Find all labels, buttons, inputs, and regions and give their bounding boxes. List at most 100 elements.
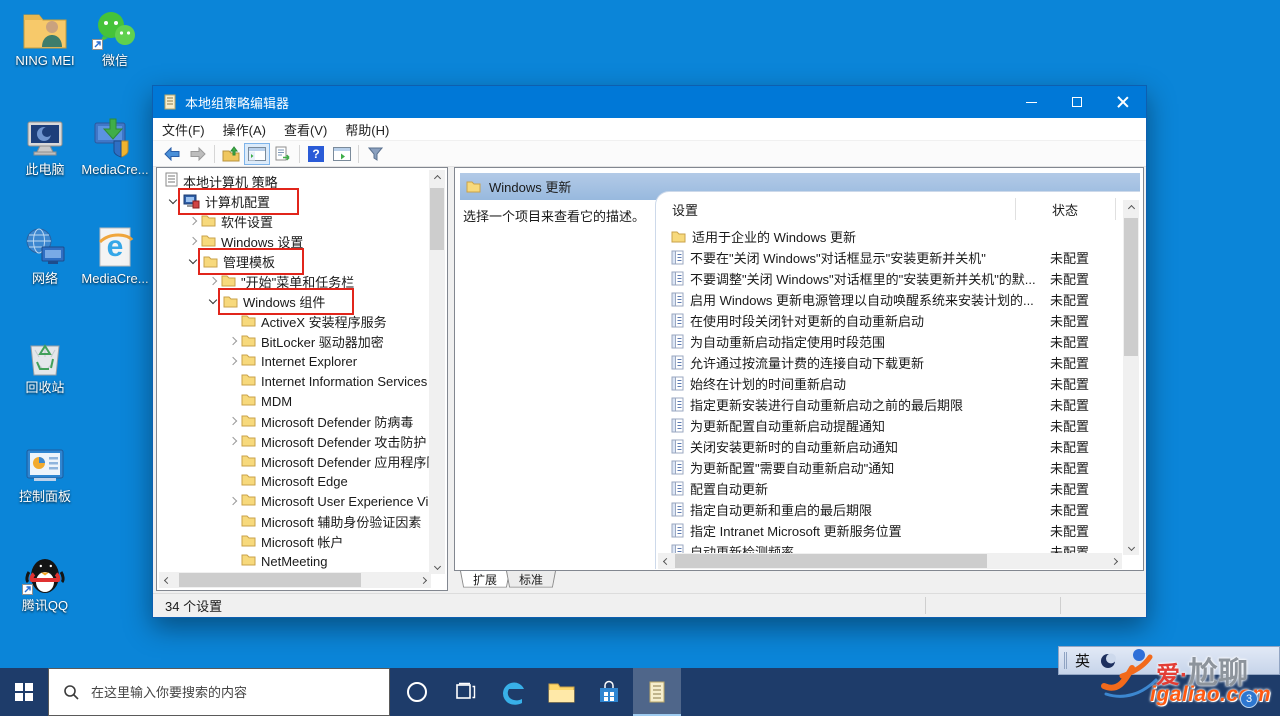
list-hscrollbar-thumb[interactable] — [675, 554, 987, 568]
tree-item[interactable]: "开始"菜单和任务栏 — [157, 271, 447, 291]
gpedit-taskbar-button[interactable] — [633, 668, 681, 716]
help-button[interactable]: ? — [303, 143, 329, 165]
tree-item[interactable]: Windows 设置 — [157, 231, 447, 251]
show-hide-action-pane-button[interactable] — [329, 143, 355, 165]
desktop-icon-media-creation-tool-2[interactable]: eMediaCre... — [80, 226, 150, 286]
chevron-down-icon[interactable] — [165, 200, 181, 203]
scroll-down-arrow[interactable] — [429, 558, 445, 574]
column-header-status[interactable]: 状态 — [1052, 200, 1078, 219]
column-separator[interactable] — [1115, 198, 1116, 220]
setting-row[interactable]: 指定更新安装进行自动重新启动之前的最后期限未配置 — [656, 394, 1108, 415]
close-button[interactable] — [1100, 86, 1146, 118]
desktop-icon-tencent-qq[interactable]: 腾讯QQ — [10, 553, 80, 613]
view-tab-standard[interactable]: 标准 — [506, 571, 556, 590]
cortana-button[interactable] — [393, 668, 441, 716]
maximize-button[interactable] — [1054, 86, 1100, 118]
scroll-left-arrow[interactable] — [658, 553, 674, 569]
tree-item[interactable]: Internet Information Services — [157, 371, 447, 391]
tree-horizontal-scrollbar[interactable] — [159, 572, 431, 588]
list-vertical-scrollbar[interactable] — [1123, 200, 1139, 555]
ime-moon-icon[interactable] — [1100, 653, 1116, 669]
tree-item[interactable]: 软件设置 — [157, 211, 447, 231]
desktop-icon-control-panel[interactable]: 控制面板 — [10, 444, 80, 504]
list-scrollbar-thumb[interactable] — [1124, 218, 1138, 356]
tree-item[interactable]: Microsoft Edge — [157, 471, 447, 491]
chevron-right-icon[interactable] — [225, 358, 241, 364]
task-view-button[interactable] — [441, 668, 489, 716]
edge-button[interactable] — [489, 668, 537, 716]
store-button[interactable] — [585, 668, 633, 716]
menu-item[interactable]: 查看(V) — [275, 118, 336, 141]
setting-row[interactable]: 启用 Windows 更新电源管理以自动唤醒系统来安装计划的...未配置 — [656, 289, 1108, 310]
chevron-right-icon[interactable] — [225, 438, 241, 444]
view-tab-extended[interactable]: 扩展 — [460, 571, 510, 590]
chevron-right-icon[interactable] — [205, 278, 221, 284]
start-button[interactable] — [0, 668, 48, 716]
titlebar[interactable]: 本地组策略编辑器 — [153, 86, 1146, 118]
column-header-setting[interactable]: 设置 — [672, 200, 698, 219]
tree-item[interactable]: 计算机配置 — [157, 191, 447, 211]
setting-row[interactable]: 允许通过按流量计费的连接自动下载更新未配置 — [656, 352, 1108, 373]
chevron-down-icon[interactable] — [185, 260, 201, 263]
file-explorer-button[interactable] — [537, 668, 585, 716]
chevron-right-icon[interactable] — [185, 218, 201, 224]
tree-item[interactable]: Microsoft 辅助身份验证因素 — [157, 511, 447, 531]
scroll-left-arrow[interactable] — [159, 572, 175, 588]
langbar-grip[interactable] — [1064, 652, 1067, 669]
tree-item[interactable]: Microsoft Defender 防病毒 — [157, 411, 447, 431]
forward-button[interactable] — [185, 143, 211, 165]
tree-item[interactable]: Windows 组件 — [157, 291, 447, 311]
setting-row[interactable]: 配置自动更新未配置 — [656, 478, 1108, 499]
tree-item[interactable]: 管理模板 — [157, 251, 447, 271]
back-button[interactable] — [159, 143, 185, 165]
tree-item[interactable]: Internet Explorer — [157, 351, 447, 371]
tree-item[interactable]: Microsoft User Experience Virt — [157, 491, 447, 511]
desktop-icon-wechat[interactable]: 微信 — [80, 8, 150, 68]
export-list-button[interactable] — [270, 143, 296, 165]
menu-item[interactable]: 文件(F) — [153, 118, 214, 141]
menu-item[interactable]: 操作(A) — [214, 118, 275, 141]
langbar-indicator[interactable]: 英 — [1075, 650, 1090, 671]
tree-item[interactable]: MDM — [157, 391, 447, 411]
desktop-icon-this-pc[interactable]: 此电脑 — [10, 117, 80, 177]
scroll-right-arrow[interactable] — [415, 572, 431, 588]
desktop-icon-recycle-bin[interactable]: 回收站 — [10, 335, 80, 395]
chevron-right-icon[interactable] — [185, 238, 201, 244]
desktop-icon-network[interactable]: 网络 — [10, 226, 80, 286]
tree-item[interactable]: Microsoft Defender 应用程序防 — [157, 451, 447, 471]
show-console-tree-button[interactable] — [244, 143, 270, 165]
scroll-down-arrow[interactable] — [1123, 539, 1139, 555]
column-separator[interactable] — [1015, 198, 1016, 220]
tree-item[interactable]: Microsoft 帐户 — [157, 531, 447, 551]
setting-row[interactable]: 不要在"关闭 Windows"对话框显示"安装更新并关机"未配置 — [656, 247, 1108, 268]
chevron-right-icon[interactable] — [225, 498, 241, 504]
filter-button[interactable] — [362, 143, 388, 165]
setting-row[interactable]: 始终在计划的时间重新启动未配置 — [656, 373, 1108, 394]
menu-item[interactable]: 帮助(H) — [336, 118, 398, 141]
language-bar[interactable]: 英 — [1058, 646, 1280, 675]
setting-row[interactable]: 适用于企业的 Windows 更新 — [656, 226, 1108, 247]
tree-vertical-scrollbar[interactable] — [429, 170, 445, 574]
list-horizontal-scrollbar[interactable] — [658, 553, 1122, 569]
taskbar-search[interactable] — [48, 668, 390, 716]
chevron-down-icon[interactable] — [205, 300, 221, 303]
tree-item[interactable]: 本地计算机 策略 — [157, 171, 447, 191]
tree-scrollbar-thumb[interactable] — [430, 188, 444, 250]
setting-row[interactable]: 指定 Intranet Microsoft 更新服务位置未配置 — [656, 520, 1108, 541]
scroll-up-arrow[interactable] — [1123, 200, 1139, 216]
scroll-up-arrow[interactable] — [429, 170, 445, 186]
tree-item[interactable]: NetMeeting — [157, 551, 447, 571]
tree-item[interactable]: Microsoft Defender 攻击防护 — [157, 431, 447, 451]
minimize-button[interactable] — [1008, 86, 1054, 118]
setting-row[interactable]: 在使用时段关闭针对更新的自动重新启动未配置 — [656, 310, 1108, 331]
tree-hscrollbar-thumb[interactable] — [179, 573, 361, 587]
setting-row[interactable]: 为自动重新启动指定使用时段范围未配置 — [656, 331, 1108, 352]
tree-item[interactable]: BitLocker 驱动器加密 — [157, 331, 447, 351]
tree-item[interactable]: ActiveX 安装程序服务 — [157, 311, 447, 331]
desktop-icon-media-creation-tool-1[interactable]: MediaCre... — [80, 117, 150, 177]
chevron-right-icon[interactable] — [225, 338, 241, 344]
up-one-level-button[interactable] — [218, 143, 244, 165]
scroll-right-arrow[interactable] — [1106, 553, 1122, 569]
desktop-icon-ning-mei-folder[interactable]: NING MEI — [10, 8, 80, 68]
chevron-right-icon[interactable] — [225, 418, 241, 424]
